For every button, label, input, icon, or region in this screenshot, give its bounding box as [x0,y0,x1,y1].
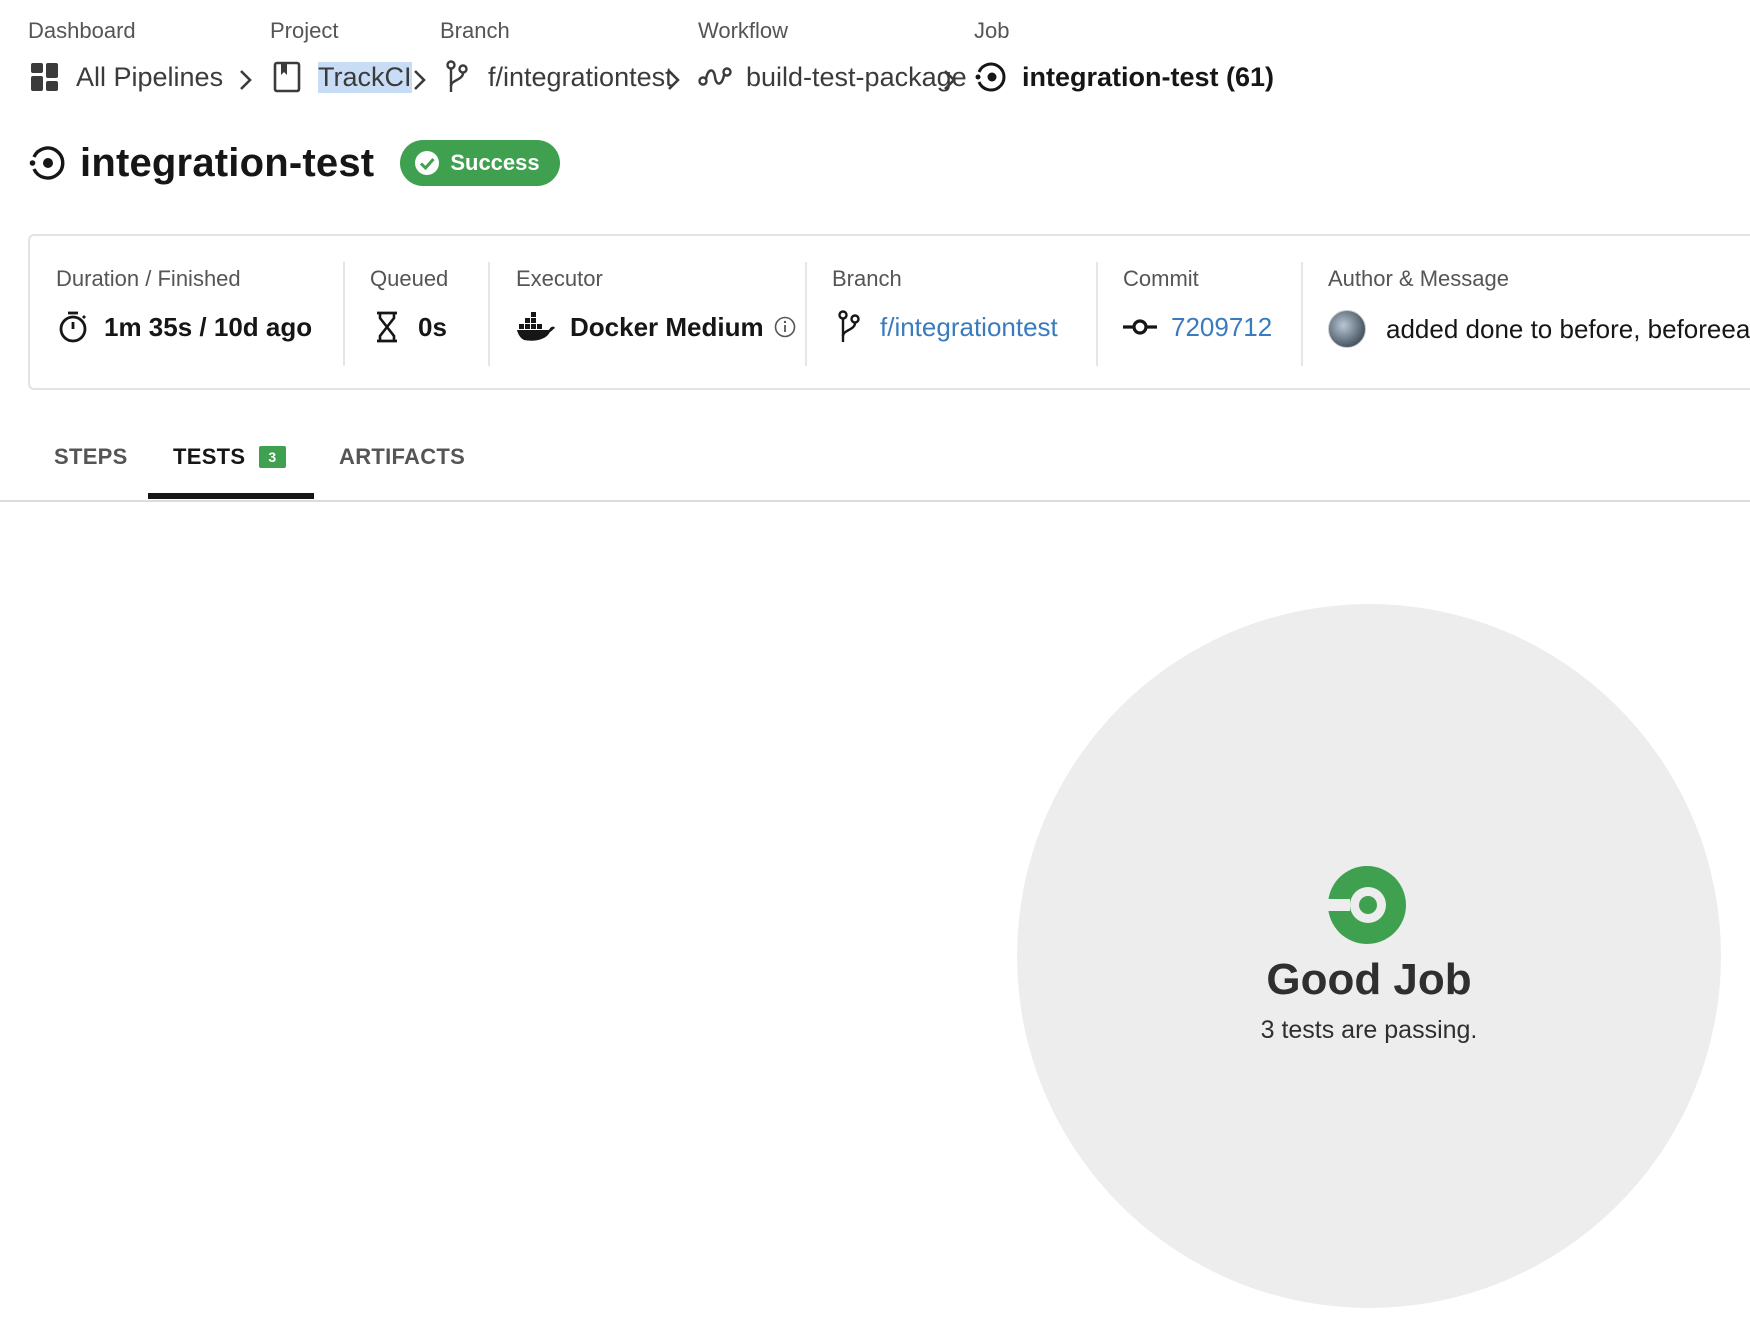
chevron-right-icon [240,70,252,90]
breadcrumb-job-label: Job [974,18,1010,43]
divider [343,262,345,366]
empty-state-title: Good Job [1266,955,1472,1004]
branch-label: Branch [832,266,902,291]
check-circle-icon [415,151,440,175]
executor-label: Executor [516,266,603,291]
commit-value[interactable]: 7209712 [1123,310,1272,344]
breadcrumb-dashboard-label: Dashboard [28,18,136,43]
duration-value: 1m 35s / 10d ago [56,310,312,344]
tab-steps-label: STEPS [54,444,128,469]
commit-label: Commit [1123,266,1199,291]
breadcrumb-branch-link[interactable]: f/integrationtest [440,60,673,94]
git-branch-icon [832,310,866,344]
breadcrumb-job-link[interactable]: integration-test (61) [974,60,1274,94]
breadcrumb-project-label: Project [270,18,339,43]
job-tabs: STEPS TESTS 3 ARTIFACTS [0,420,1750,502]
breadcrumb-workflow-link[interactable]: build-test-package [698,60,967,94]
breadcrumb-project-link[interactable]: TrackCI [270,60,412,94]
branch-link[interactable]: f/integrationtest [880,312,1058,343]
breadcrumb-branch-label: Branch [440,18,510,43]
breadcrumb: Dashboard All Pipelines Project TrackCI … [28,0,1750,110]
job-info-card: Duration / Finished 1m 35s / 10d ago Que… [28,234,1750,390]
duration-label: Duration / Finished [56,266,241,291]
queued-text: 0s [418,311,447,342]
executor-text: Docker Medium [570,311,764,342]
chevron-right-icon [414,70,426,90]
status-badge-label: Success [450,150,540,175]
job-page: Dashboard All Pipelines Project TrackCI … [0,0,1750,1326]
breadcrumb-workflow-text[interactable]: build-test-package [746,62,967,93]
breadcrumb-job-text[interactable]: integration-test (61) [1022,62,1274,93]
tab-tests-label: TESTS [173,444,246,469]
active-tab-indicator [148,493,314,499]
divider [1301,262,1303,366]
breadcrumb-dashboard-link[interactable]: All Pipelines [28,60,223,94]
author-label: Author & Message [1328,266,1509,291]
tab-artifacts[interactable]: ARTIFACTS [339,444,465,470]
avatar [1328,310,1366,348]
divider [805,262,807,366]
workflow-icon [698,60,732,94]
dashboard-grid-icon [28,60,62,94]
tab-artifacts-label: ARTIFACTS [339,444,466,469]
commit-link[interactable]: 7209712 [1171,312,1272,343]
job-header: integration-test Success [28,140,560,186]
tests-count-badge: 3 [259,446,286,468]
page-title: integration-test [80,140,375,185]
job-icon [29,146,65,180]
author-value: added done to before, beforeea [1328,310,1750,348]
chevron-right-icon [944,70,956,90]
tab-tests[interactable]: TESTS 3 [173,444,286,470]
branch-value[interactable]: f/integrationtest [832,310,1058,344]
breadcrumb-project-text[interactable]: TrackCI [318,61,412,93]
duration-text: 1m 35s / 10d ago [104,311,313,342]
status-badge: Success [400,140,560,186]
executor-value: Docker Medium [516,310,796,344]
commit-message: added done to before, beforeea [1386,313,1750,344]
divider [488,262,490,366]
chevron-right-icon [668,70,680,90]
queued-value: 0s [370,310,447,344]
job-icon [974,60,1008,94]
bookmark-project-icon [270,60,304,94]
stopwatch-icon [56,310,90,344]
git-branch-icon [440,60,474,94]
empty-state-message: 3 tests are passing. [1260,1016,1478,1044]
hourglass-icon [370,310,404,344]
tab-steps[interactable]: STEPS [54,444,128,470]
queued-label: Queued [370,266,449,291]
info-icon[interactable] [774,316,796,338]
docker-icon [516,310,556,344]
breadcrumb-dashboard-text[interactable]: All Pipelines [76,62,223,93]
circleci-logo-icon [1328,866,1406,944]
breadcrumb-branch-text[interactable]: f/integrationtest [488,62,673,93]
divider [1096,262,1098,366]
commit-icon [1123,310,1157,344]
breadcrumb-workflow-label: Workflow [698,18,789,43]
